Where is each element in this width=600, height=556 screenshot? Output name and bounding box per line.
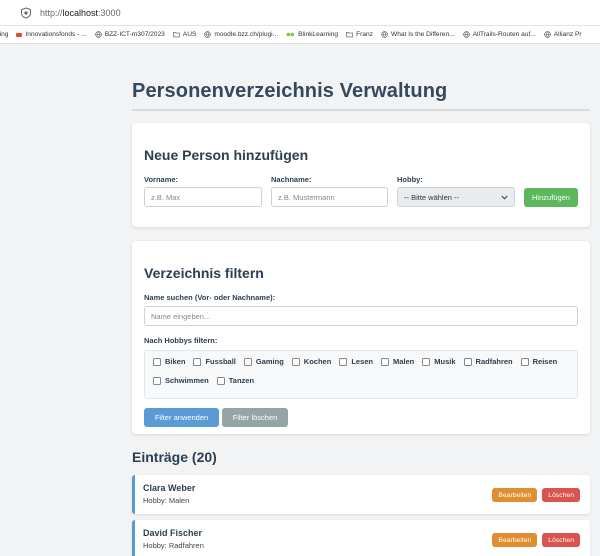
checkbox-icon[interactable] xyxy=(291,357,300,366)
globe-icon xyxy=(204,31,212,38)
delete-button[interactable]: Löschen xyxy=(542,533,580,547)
hobby-checkbox-musik[interactable]: Musik xyxy=(422,357,456,366)
chevron-down-icon xyxy=(501,195,508,200)
filter-card: Verzeichnis filtern Name suchen (Vor- od… xyxy=(132,241,590,434)
checkbox-icon[interactable] xyxy=(520,357,529,366)
hobby-checkbox-reisen[interactable]: Reisen xyxy=(520,357,557,366)
folder-icon xyxy=(346,32,353,38)
globe-icon xyxy=(381,31,388,38)
firstname-group: Vorname: z.B. Max xyxy=(144,175,262,207)
firstname-input[interactable]: z.B. Max xyxy=(144,187,262,207)
entry-actions: Bearbeiten Löschen xyxy=(492,533,580,547)
add-button[interactable]: Hinzufügen xyxy=(524,188,578,207)
add-person-form: Vorname: z.B. Max Nachname: z.B. Musterm… xyxy=(144,175,578,207)
globe-icon xyxy=(544,31,551,38)
checkbox-icon[interactable] xyxy=(153,376,161,385)
hobby-group: Hobby: -- Bitte wählen -- xyxy=(397,175,515,207)
hobby-checkbox-schwimmen[interactable]: Schwimmen xyxy=(153,376,209,385)
hobby-checkbox-gaming[interactable]: Gaming xyxy=(243,357,284,366)
bookmark-item[interactable]: ning xyxy=(0,31,8,38)
globe-icon xyxy=(462,31,470,38)
checkbox-icon[interactable] xyxy=(153,357,161,366)
hobby-checkbox-radfahren[interactable]: Radfahren xyxy=(463,357,513,366)
edit-button[interactable]: Bearbeiten xyxy=(492,488,538,502)
bookmark-item[interactable]: moodle.bzz.ch/plugi... xyxy=(204,31,278,38)
bookmark-icon xyxy=(16,32,23,37)
clear-filter-button[interactable]: Filter löschen xyxy=(222,408,288,427)
hobby-checkbox-kochen[interactable]: Kochen xyxy=(291,357,331,366)
hobby-checkbox-tanzen[interactable]: Tanzen xyxy=(216,376,254,385)
bookmark-item[interactable]: BlinkLearning xyxy=(286,31,338,38)
hobby-filter-box: Biken Fussball Gaming Kochen Lesen Malen… xyxy=(144,350,578,399)
checkbox-icon[interactable] xyxy=(243,357,252,366)
hobby-select-value: -- Bitte wählen -- xyxy=(404,192,460,202)
hobby-checkbox-malen[interactable]: Malen xyxy=(381,357,414,366)
firstname-placeholder: z.B. Max xyxy=(151,192,181,202)
lastname-label: Nachname: xyxy=(271,175,312,184)
firstname-label: Vorname: xyxy=(144,175,179,184)
apply-filter-button[interactable]: Filter anwenden xyxy=(144,408,219,427)
page-title: Personenverzeichnis Verwaltung xyxy=(132,80,590,111)
hobby-select[interactable]: -- Bitte wählen -- xyxy=(397,187,515,207)
entry-row: David Fischer Hobby: Radfahren Bearbeite… xyxy=(132,520,590,556)
checkbox-icon[interactable] xyxy=(463,357,472,366)
checkbox-icon[interactable] xyxy=(422,357,431,366)
filter-actions: Filter anwenden Filter löschen xyxy=(144,408,578,427)
hobby-label: Hobby: xyxy=(397,175,423,184)
checkbox-icon[interactable] xyxy=(216,376,225,385)
bookmark-item[interactable]: What Is the Differen... xyxy=(381,31,455,38)
hobby-filter-label: Nach Hobbys filtern: xyxy=(144,336,218,345)
bookmark-item[interactable]: Franz xyxy=(346,31,373,38)
name-search-placeholder: Name eingeben... xyxy=(151,311,211,321)
lastname-group: Nachname: z.B. Mustermann xyxy=(271,175,388,207)
checkbox-icon[interactable] xyxy=(193,357,202,366)
filter-title: Verzeichnis filtern xyxy=(144,265,264,281)
checkbox-icon[interactable] xyxy=(381,357,389,366)
name-search-label: Name suchen (Vor- oder Nachname): xyxy=(144,293,276,302)
add-person-title: Neue Person hinzufügen xyxy=(144,147,309,163)
lastname-placeholder: z.B. Mustermann xyxy=(278,192,335,202)
bookmark-item[interactable]: AllTrails-Routen auf... xyxy=(462,31,536,38)
lastname-input[interactable]: z.B. Mustermann xyxy=(271,187,388,207)
checkbox-icon[interactable] xyxy=(339,357,348,366)
bookmark-item[interactable]: BZZ-ICT-m307/2023 xyxy=(94,31,165,38)
dots-icon xyxy=(286,32,295,37)
address-bar[interactable]: http://localhost:3000 xyxy=(0,0,600,26)
edit-button[interactable]: Bearbeiten xyxy=(492,533,538,547)
globe-icon xyxy=(94,31,102,38)
name-search-input[interactable]: Name eingeben... xyxy=(144,306,578,326)
entries-title: Einträge (20) xyxy=(132,449,217,465)
bookmark-item[interactable]: AUS xyxy=(172,31,196,38)
main-content: Personenverzeichnis Verwaltung Neue Pers… xyxy=(132,44,590,556)
folder-icon xyxy=(172,32,180,38)
add-person-card: Neue Person hinzufügen Vorname: z.B. Max… xyxy=(132,123,590,227)
hobby-checkbox-biken[interactable]: Biken xyxy=(153,357,185,366)
shield-icon xyxy=(21,6,31,19)
bookmark-item[interactable]: Innovationsfonds - ... xyxy=(16,31,87,38)
url-text: http://localhost:3000 xyxy=(40,7,121,18)
delete-button[interactable]: Löschen xyxy=(542,488,580,502)
bookmarks-bar: ning Innovationsfonds - ... BZZ-ICT-m307… xyxy=(0,26,600,44)
hobby-checkbox-lesen[interactable]: Lesen xyxy=(339,357,373,366)
hobby-checkbox-fussball[interactable]: Fussball xyxy=(193,357,236,366)
entry-actions: Bearbeiten Löschen xyxy=(492,488,580,502)
bookmark-item[interactable]: Allianz Pr xyxy=(544,31,582,38)
entry-row: Clara Weber Hobby: Malen Bearbeiten Lösc… xyxy=(132,475,590,514)
